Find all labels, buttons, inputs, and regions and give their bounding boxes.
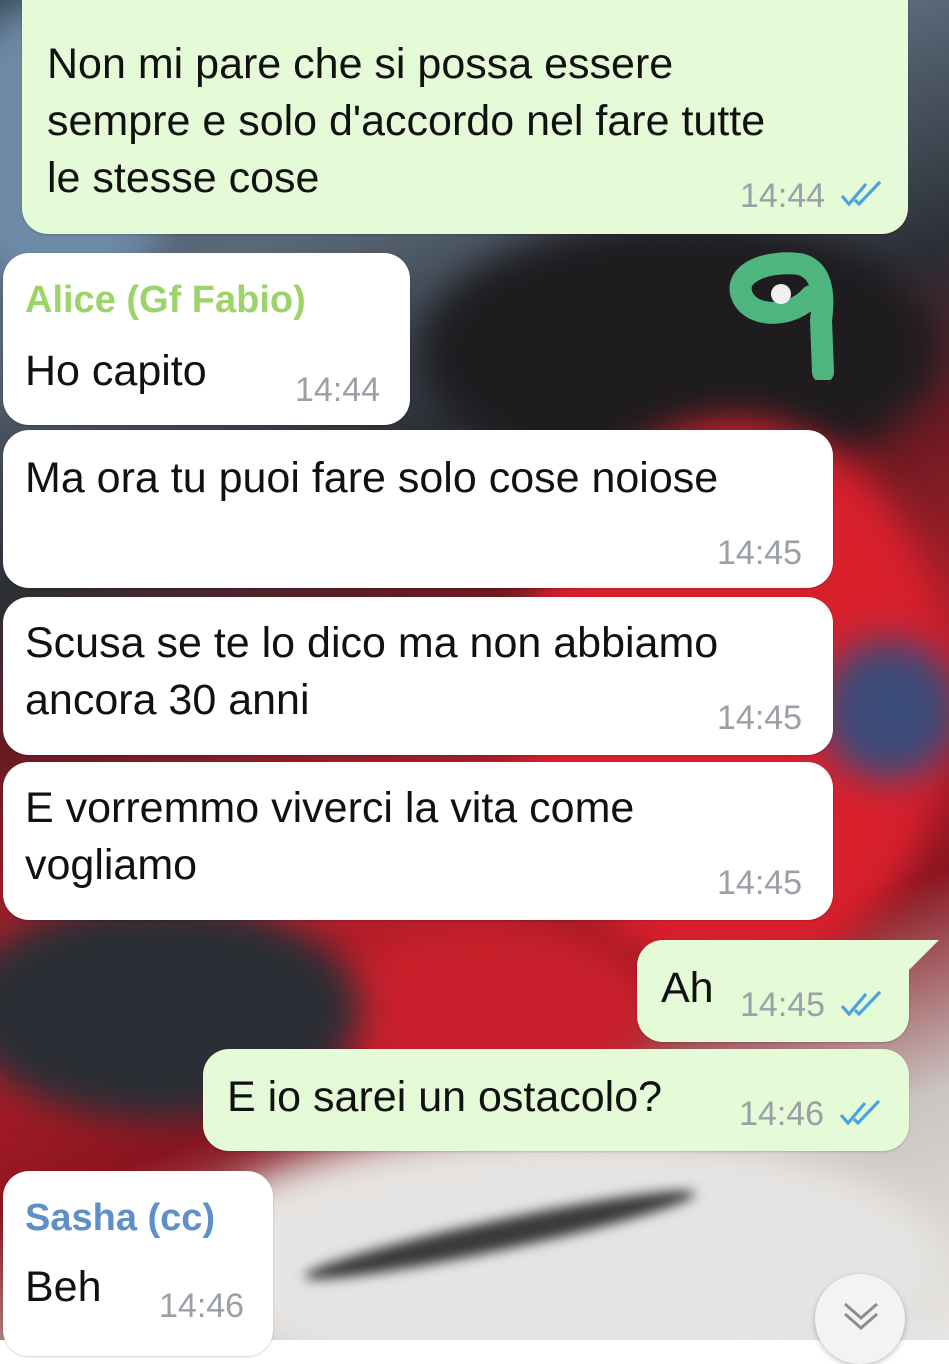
message-text: Scusa se te lo dico ma non abbiamo ancor…	[25, 619, 719, 724]
message-incoming[interactable]: Alice (Gf Fabio) Ho capito 14:44	[3, 253, 410, 425]
message-time: 14:45	[740, 986, 826, 1024]
message-text: Ah	[661, 964, 714, 1012]
message-incoming[interactable]: Scusa se te lo dico ma non abbiamo ancor…	[3, 597, 833, 755]
message-sender[interactable]: Sasha (cc)	[25, 1197, 215, 1240]
message-time: 14:46	[159, 1287, 245, 1325]
message-time: 14:46	[739, 1095, 825, 1133]
bubble-tail	[909, 940, 939, 970]
message-time: 14:45	[717, 699, 803, 737]
message-outgoing[interactable]: E io sarei un ostacolo? 14:46	[203, 1049, 909, 1151]
scroll-to-bottom-button[interactable]	[815, 1274, 905, 1364]
read-ticks-icon	[840, 180, 882, 207]
message-list: Non mi pare che si possa essere sempre e…	[0, 0, 949, 1356]
message-time: 14:44	[295, 371, 381, 409]
chevron-down-icon	[844, 1302, 878, 1330]
message-outgoing[interactable]: Ah 14:45	[637, 940, 939, 1042]
message-outgoing[interactable]: Non mi pare che si possa essere sempre e…	[22, 0, 908, 234]
message-text: E vorremmo viverci la vita come vogliamo	[25, 784, 635, 889]
read-ticks-icon	[839, 1099, 881, 1126]
message-text: Beh	[25, 1263, 102, 1311]
message-text: Ma ora tu puoi fare solo cose noiose	[25, 454, 719, 502]
message-text: Non mi pare che si possa essere sempre e…	[47, 40, 766, 202]
message-text: E io sarei un ostacolo?	[227, 1073, 663, 1121]
message-time: 14:45	[717, 864, 803, 902]
message-time: 14:45	[717, 534, 803, 572]
message-time: 14:44	[740, 177, 826, 215]
message-incoming[interactable]: Sasha (cc) Beh 14:46	[3, 1171, 273, 1356]
message-incoming[interactable]: Ma ora tu puoi fare solo cose noiose 14:…	[3, 430, 833, 588]
message-text: Ho capito	[25, 347, 207, 395]
read-ticks-icon	[840, 990, 882, 1017]
message-sender[interactable]: Alice (Gf Fabio)	[25, 279, 306, 322]
message-incoming[interactable]: E vorremmo viverci la vita come vogliamo…	[3, 762, 833, 920]
